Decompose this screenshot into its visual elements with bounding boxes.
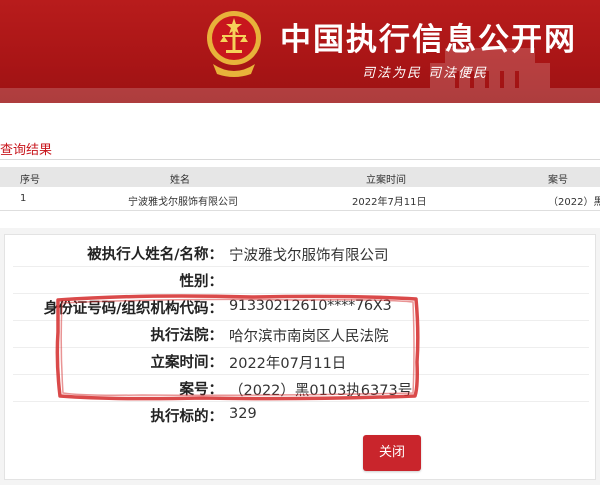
court-value: 哈尔滨市南岗区人民法院 xyxy=(229,329,389,345)
header-banner: 中国执行信息公开网 司法为民 司法便民 xyxy=(0,0,600,103)
close-button[interactable]: 关闭 xyxy=(363,435,421,471)
detail-row-filing-date: 立案时间： 2022年07月11日 xyxy=(5,349,597,373)
row-divider xyxy=(13,374,589,375)
row-name: 宁波雅戈尔服饰有限公司 xyxy=(128,197,238,208)
court-emblem-icon xyxy=(207,11,261,77)
row-divider xyxy=(13,347,589,348)
row-case-no: （2022）黑 xyxy=(548,197,600,208)
row-divider xyxy=(13,401,589,402)
detail-row-id-code: 身份证号码/组织机构代码： 91330212610****76X3 xyxy=(5,295,597,319)
party-name-label: 被执行人姓名/名称： xyxy=(87,247,223,263)
amount-label: 执行标的： xyxy=(150,409,224,425)
case-no-value: （2022）黑0103执6373号 xyxy=(229,383,413,399)
column-header-name: 姓名 xyxy=(170,175,190,186)
id-code-label: 身份证号码/组织机构代码： xyxy=(43,301,223,317)
filing-date-value: 2022年07月11日 xyxy=(229,356,347,372)
row-divider xyxy=(13,293,589,294)
gender-label: 性别： xyxy=(179,274,224,290)
row-index: 1 xyxy=(20,193,27,204)
results-title: 查询结果 xyxy=(0,143,53,158)
filing-date-label: 立案时间： xyxy=(150,355,224,371)
row-divider xyxy=(13,266,589,267)
column-header-case-no: 案号 xyxy=(548,175,568,186)
column-header-index: 序号 xyxy=(20,175,40,186)
results-section: 查询结果 序号 姓名 立案时间 案号 1 宁波雅戈尔服饰有限公司 2022年7月… xyxy=(0,103,600,228)
site-title: 中国执行信息公开网 xyxy=(280,22,577,58)
detail-row-case-no: 案号： （2022）黑0103执6373号 xyxy=(5,376,597,400)
detail-row-court: 执行法院： 哈尔滨市南岗区人民法院 xyxy=(5,322,597,346)
party-name-value: 宁波雅戈尔服饰有限公司 xyxy=(229,248,389,264)
table-row[interactable]: 1 宁波雅戈尔服饰有限公司 2022年7月11日 （2022）黑 xyxy=(0,189,600,211)
row-date: 2022年7月11日 xyxy=(352,197,427,208)
page: 中国执行信息公开网 司法为民 司法便民 查询结果 序号 姓名 立案时间 案号 1… xyxy=(0,0,600,485)
amount-value: 329 xyxy=(229,406,257,422)
results-table-header: 序号 姓名 立案时间 案号 xyxy=(0,167,600,187)
detail-row-gender: 性别： xyxy=(5,268,597,292)
detail-panel: 被执行人姓名/名称： 宁波雅戈尔服饰有限公司 性别： 身份证号码/组织机构代码：… xyxy=(4,234,596,480)
column-header-date: 立案时间 xyxy=(366,175,406,186)
results-divider xyxy=(0,159,600,160)
case-no-label: 案号： xyxy=(179,382,224,398)
row-divider xyxy=(13,320,589,321)
id-code-value: 91330212610****76X3 xyxy=(229,298,392,314)
court-label: 执行法院： xyxy=(150,328,224,344)
site-slogan: 司法为民 司法便民 xyxy=(362,66,489,81)
detail-row-amount: 执行标的： 329 xyxy=(5,403,597,427)
detail-row-party-name: 被执行人姓名/名称： 宁波雅戈尔服饰有限公司 xyxy=(5,241,597,265)
